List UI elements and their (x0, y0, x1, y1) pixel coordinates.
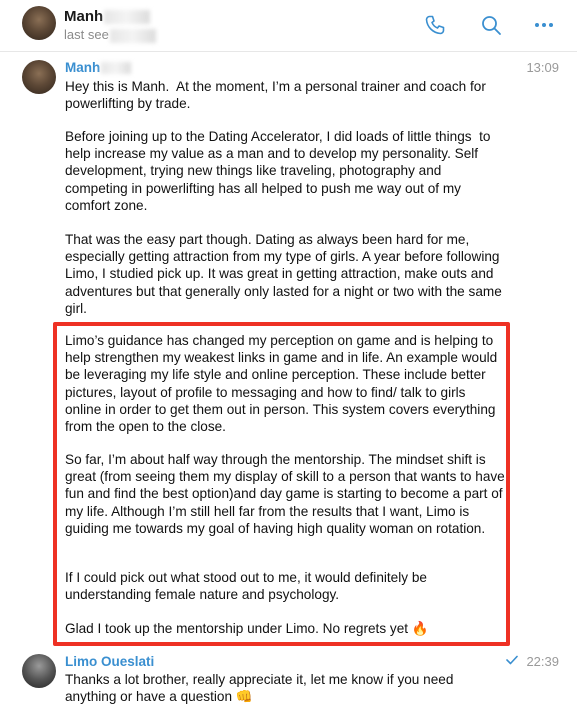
phone-icon (425, 15, 445, 35)
more-icon (535, 23, 553, 27)
chat-header: Manh last see (0, 0, 577, 52)
message-paragraph: Before joining up to the Dating Accelera… (65, 129, 495, 213)
search-button[interactable] (477, 11, 505, 39)
message-paragraph: Glad I took up the mentorship under Limo… (65, 621, 429, 636)
sender-name[interactable]: Limo Oueslati (65, 654, 154, 669)
contact-avatar[interactable] (22, 6, 56, 40)
search-icon (482, 16, 501, 35)
message-text: Thanks a lot brother, really appreciate … (65, 672, 458, 705)
read-check-icon (506, 655, 518, 665)
contact-status: last see (64, 27, 156, 43)
sender-avatar[interactable] (22, 654, 56, 688)
more-button[interactable] (530, 11, 558, 39)
call-button[interactable] (421, 11, 449, 39)
message-paragraph: So far, I’m about half way through the m… (65, 452, 509, 536)
redacted-status (109, 28, 156, 43)
sender-name[interactable]: Manh (65, 60, 132, 75)
sender-avatar[interactable] (22, 60, 56, 94)
redacted-sender (101, 62, 132, 75)
message-paragraph: If I could pick out what stood out to me… (65, 570, 431, 603)
message-time: 22:39 (526, 654, 559, 669)
message-time: 13:09 (526, 60, 559, 75)
message-paragraph: Limo’s guidance has changed my perceptio… (65, 333, 501, 435)
redacted-name (104, 10, 151, 25)
message-paragraph: Hey this is Manh. At the moment, I’m a p… (65, 79, 490, 112)
contact-name[interactable]: Manh (64, 8, 151, 25)
message-paragraph: That was the easy part though. Dating as… (65, 232, 506, 316)
